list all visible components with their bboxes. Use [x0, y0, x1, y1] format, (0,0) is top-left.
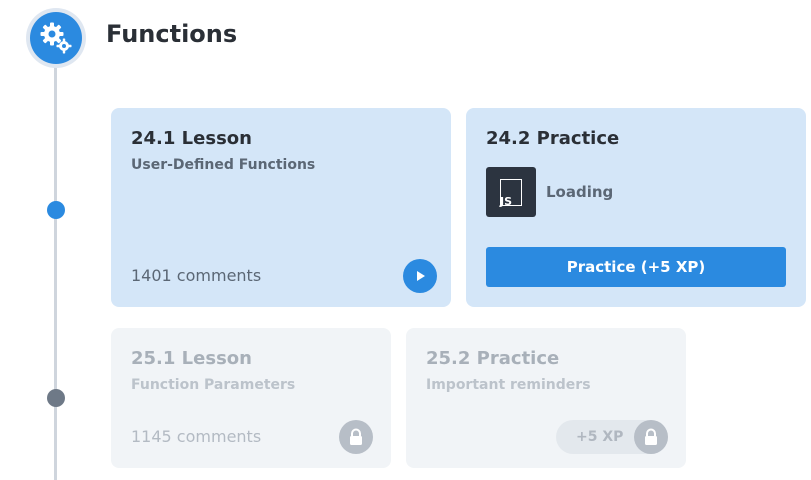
card-subtitle: Function Parameters — [131, 377, 296, 393]
play-icon — [417, 271, 425, 281]
practice-card-25-2: 25.2 Practice Important reminders +5 XP — [406, 328, 686, 468]
lesson-card-24-1[interactable]: 24.1 Lesson User-Defined Functions 1401 … — [111, 108, 451, 307]
javascript-icon: JS — [486, 167, 536, 217]
gears-icon — [30, 12, 82, 64]
card-title: 25.2 Practice — [426, 348, 560, 369]
section-title: Functions — [106, 20, 238, 48]
card-title: 25.1 Lesson — [131, 348, 252, 369]
card-title: 24.1 Lesson — [131, 128, 252, 149]
xp-reward-badge: +5 XP — [556, 420, 668, 454]
card-title: 24.2 Practice — [486, 128, 620, 149]
lock-icon — [634, 420, 668, 454]
practice-button[interactable]: Practice (+5 XP) — [486, 247, 786, 287]
lock-icon — [339, 420, 373, 454]
card-subtitle: User-Defined Functions — [131, 157, 316, 173]
xp-label: +5 XP — [576, 429, 624, 445]
comments-count[interactable]: 1401 comments — [131, 266, 261, 285]
comments-count: 1145 comments — [131, 427, 262, 446]
card-subtitle: Important reminders — [426, 377, 591, 393]
timeline-dot-locked — [47, 389, 65, 407]
loading-status: Loading — [546, 183, 614, 201]
timeline-dot-active — [47, 201, 65, 219]
language-label: JS — [500, 195, 513, 208]
section-badge — [26, 8, 86, 68]
timeline-line — [54, 60, 57, 480]
practice-card-24-2[interactable]: 24.2 Practice JS Loading Practice (+5 XP… — [466, 108, 806, 307]
play-button[interactable] — [403, 259, 437, 293]
lesson-card-25-1: 25.1 Lesson Function Parameters 1145 com… — [111, 328, 391, 468]
